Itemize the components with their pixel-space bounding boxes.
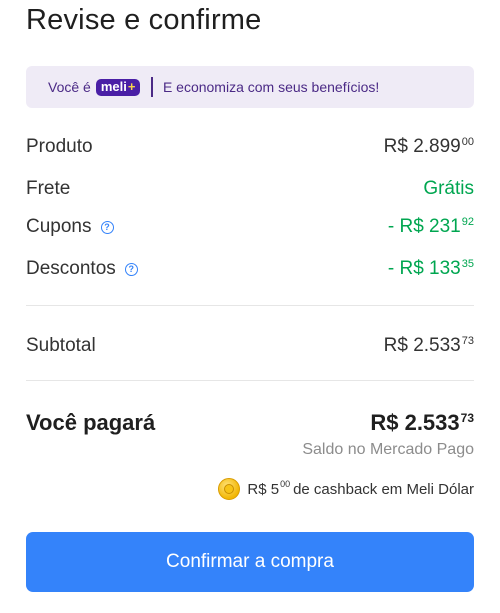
help-circle-icon[interactable]: ? bbox=[124, 262, 138, 276]
banner-message: E economiza com seus benefícios! bbox=[162, 79, 380, 95]
descontos-amount-main: - R$ 133 bbox=[387, 258, 461, 279]
confirm-purchase-button[interactable]: Confirmar a compra bbox=[26, 532, 474, 592]
meli-badge-plus: + bbox=[127, 79, 136, 94]
subtotal-amount: R$ 2.533 73 bbox=[384, 335, 474, 357]
summary-row-subtotal: Subtotal R$ 2.533 73 bbox=[26, 335, 474, 357]
total-amount: R$ 2.533 73 bbox=[370, 410, 474, 436]
produto-amount: R$ 2.899 00 bbox=[384, 136, 474, 158]
subtotal-amount-main: R$ 2.533 bbox=[383, 335, 461, 356]
frete-label: Frete bbox=[26, 178, 71, 199]
page-title: Revise e confirme bbox=[26, 4, 262, 36]
summary-row-cupons: Cupons ? - R$ 231 92 bbox=[26, 216, 474, 238]
summary-row-frete: Frete Grátis bbox=[26, 178, 474, 200]
cupons-amount: - R$ 231 92 bbox=[388, 216, 474, 238]
meli-plus-badge: meli + bbox=[95, 78, 141, 96]
subtotal-label: Subtotal bbox=[26, 335, 96, 356]
frete-value: Grátis bbox=[423, 178, 474, 199]
summary-row-descontos: Descontos ? - R$ 133 35 bbox=[26, 258, 474, 280]
cupons-amount-cents: 92 bbox=[461, 216, 474, 228]
total-label: Você pagará bbox=[26, 410, 156, 435]
produto-amount-main: R$ 2.899 bbox=[383, 136, 461, 157]
descontos-amount-cents: 35 bbox=[461, 258, 474, 270]
cupons-amount-main: - R$ 231 bbox=[387, 216, 461, 237]
meli-badge-text: meli bbox=[100, 79, 127, 94]
descontos-label: Descontos bbox=[26, 258, 116, 279]
summary-row-produto: Produto R$ 2.899 00 bbox=[26, 136, 474, 158]
produto-amount-cents: 00 bbox=[461, 136, 474, 148]
descontos-amount: - R$ 133 35 bbox=[388, 258, 474, 280]
cupons-label-group: Cupons ? bbox=[26, 216, 114, 238]
cupons-label: Cupons bbox=[26, 216, 92, 237]
total-amount-main: R$ 2.533 bbox=[370, 410, 460, 435]
divider bbox=[26, 380, 474, 381]
total-row: Você pagará R$ 2.533 73 bbox=[26, 410, 474, 436]
coin-icon bbox=[218, 478, 241, 500]
payment-method-label: Saldo no Mercado Pago bbox=[302, 441, 474, 458]
meli-plus-banner: Você é meli + E economiza com seus benefí… bbox=[26, 66, 474, 108]
banner-prefix: Você é bbox=[48, 79, 91, 95]
total-amount-cents: 73 bbox=[460, 411, 474, 425]
banner-separator bbox=[151, 77, 153, 97]
cashback-info: R$ 5 00 de cashback em Meli Dólar bbox=[218, 478, 474, 500]
divider bbox=[26, 305, 474, 306]
cashback-amount-cents: 00 bbox=[280, 479, 291, 489]
descontos-label-group: Descontos ? bbox=[26, 258, 138, 280]
review-confirm-page: Revise e confirme Você é meli + E economi… bbox=[0, 0, 500, 613]
produto-label: Produto bbox=[26, 136, 93, 157]
help-circle-icon[interactable]: ? bbox=[100, 220, 114, 234]
cashback-amount-main: R$ 5 bbox=[247, 480, 280, 498]
cashback-text: de cashback em Meli Dólar bbox=[293, 480, 474, 498]
subtotal-amount-cents: 73 bbox=[461, 335, 474, 347]
